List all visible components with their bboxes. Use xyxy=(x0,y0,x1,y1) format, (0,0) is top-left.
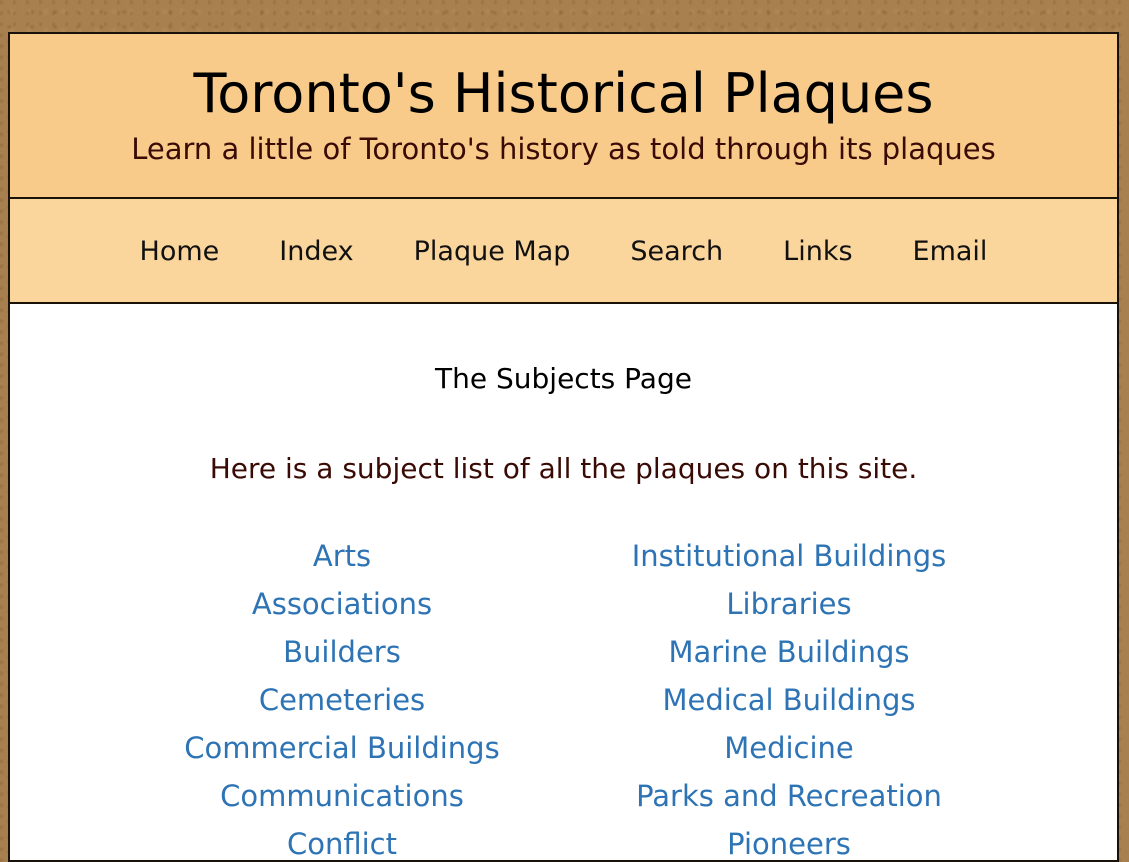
subject-link-libraries[interactable]: Libraries xyxy=(539,580,1039,628)
subject-link-pioneers[interactable]: Pioneers xyxy=(539,820,1039,860)
subject-link-medicine[interactable]: Medicine xyxy=(539,724,1039,772)
site-header: Toronto's Historical Plaques Learn a lit… xyxy=(10,34,1117,199)
main-nav: Home Index Plaque Map Search Links Email xyxy=(10,199,1117,304)
main-content: The Subjects Page Here is a subject list… xyxy=(10,304,1117,860)
page-container: Toronto's Historical Plaques Learn a lit… xyxy=(8,32,1119,862)
subject-link-builders[interactable]: Builders xyxy=(92,628,592,676)
nav-search-link[interactable]: Search xyxy=(630,234,723,267)
subject-link-marine-buildings[interactable]: Marine Buildings xyxy=(539,628,1039,676)
subject-link-communications[interactable]: Communications xyxy=(92,772,592,820)
nav-home-link[interactable]: Home xyxy=(140,234,220,267)
subject-link-associations[interactable]: Associations xyxy=(92,580,592,628)
subject-link-arts[interactable]: Arts xyxy=(92,532,592,580)
site-subtitle: Learn a little of Toronto's history as t… xyxy=(131,132,996,166)
subject-link-institutional-buildings[interactable]: Institutional Buildings xyxy=(539,532,1039,580)
subject-link-conflict[interactable]: Conflict xyxy=(92,820,592,860)
nav-links-link[interactable]: Links xyxy=(783,234,852,267)
subject-column-left: Arts Associations Builders Cemeteries Co… xyxy=(92,532,592,860)
page-heading: The Subjects Page xyxy=(435,362,692,395)
subject-link-cemeteries[interactable]: Cemeteries xyxy=(92,676,592,724)
nav-email-link[interactable]: Email xyxy=(913,234,988,267)
subject-link-medical-buildings[interactable]: Medical Buildings xyxy=(539,676,1039,724)
nav-plaque-map-link[interactable]: Plaque Map xyxy=(414,234,571,267)
subject-link-commercial-buildings[interactable]: Commercial Buildings xyxy=(92,724,592,772)
nav-index-link[interactable]: Index xyxy=(279,234,353,267)
intro-text: Here is a subject list of all the plaque… xyxy=(209,452,918,485)
site-title: Toronto's Historical Plaques xyxy=(193,62,934,125)
subject-link-parks-and-recreation[interactable]: Parks and Recreation xyxy=(539,772,1039,820)
subject-column-right: Institutional Buildings Libraries Marine… xyxy=(539,532,1039,860)
